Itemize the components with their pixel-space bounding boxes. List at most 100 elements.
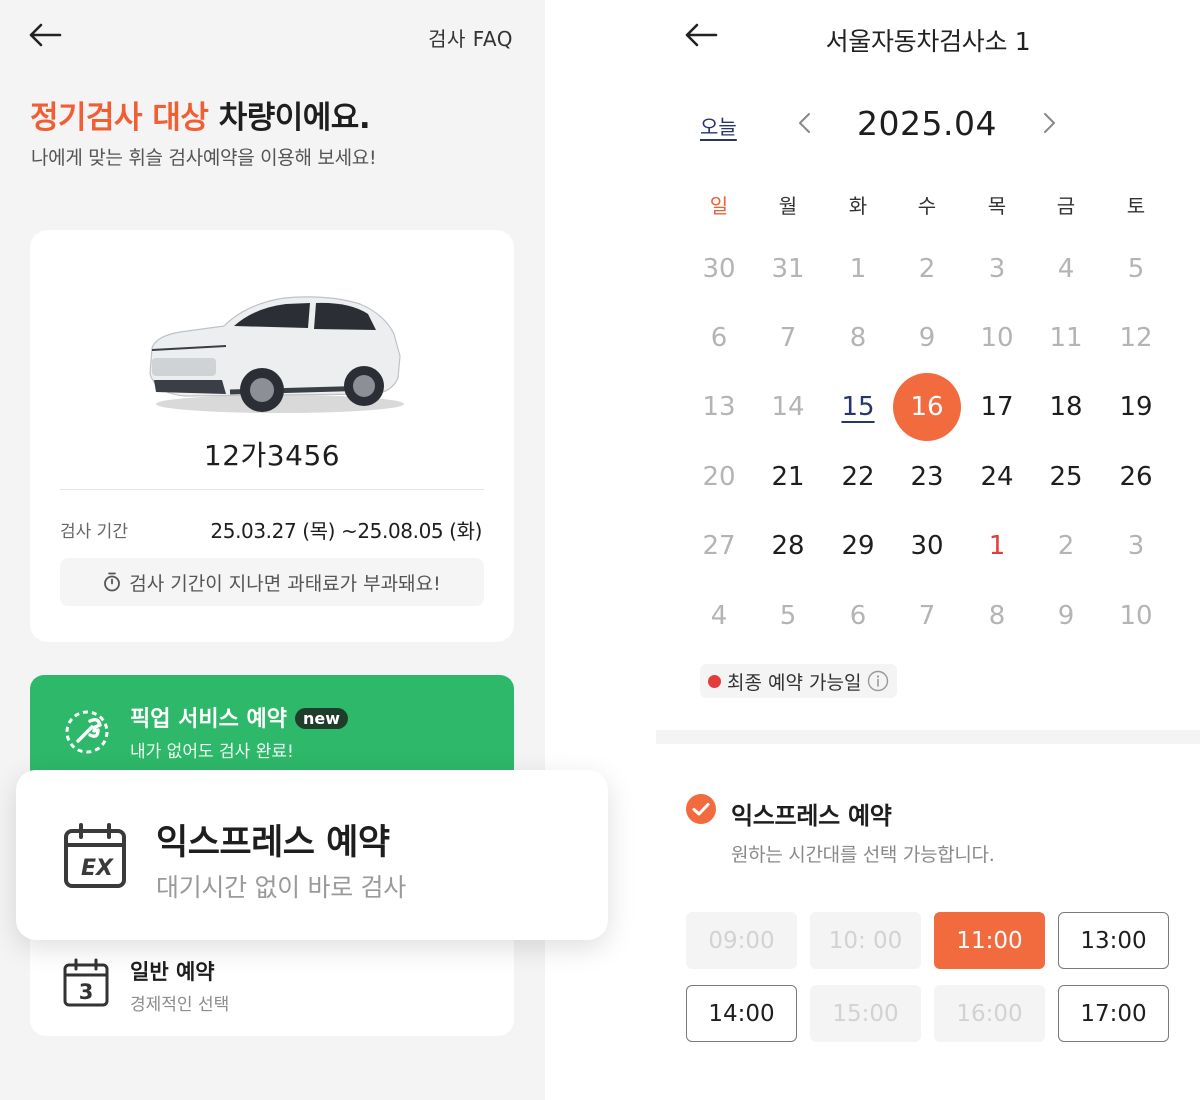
day-cell: 5 bbox=[1127, 254, 1145, 284]
page-headline: 정기검사 대상 차량이에요. bbox=[30, 92, 371, 137]
weekday-label: 화 bbox=[848, 194, 868, 218]
penalty-warning-text: 검사 기간이 지나면 과태료가 부과돼요! bbox=[129, 572, 441, 595]
car-image bbox=[149, 296, 404, 413]
today-button[interactable]: 오늘 bbox=[700, 111, 737, 140]
station-title: 서울자동차검사소 1 bbox=[825, 27, 1031, 56]
day-cell: 30 bbox=[702, 254, 736, 284]
weekday-label: 월 bbox=[778, 194, 798, 218]
day-cell: 31 bbox=[771, 254, 805, 284]
pickup-subtitle: 내가 없어도 검사 완료! bbox=[130, 742, 294, 762]
legend-text: 최종 예약 가능일 bbox=[727, 671, 862, 694]
option-title: 익스프레스 예약 bbox=[731, 802, 892, 830]
day-cell[interactable]: 21 bbox=[754, 443, 822, 511]
day-cell[interactable]: 19 bbox=[1102, 373, 1170, 441]
red-dot-icon bbox=[708, 674, 721, 688]
day-cell: 2 bbox=[1057, 531, 1075, 561]
new-badge: new bbox=[295, 708, 349, 729]
period-value: 25.03.27 (목) ~25.08.05 (화) bbox=[210, 519, 482, 543]
pickup-service-banner[interactable]: 픽업 서비스 예약 new 내가 없어도 검사 완료! bbox=[30, 675, 514, 783]
day-cell: 12 bbox=[1119, 323, 1153, 353]
day-cell: 11 bbox=[1049, 323, 1083, 353]
chevron-left-icon[interactable] bbox=[790, 108, 820, 138]
day-cell: 10 bbox=[980, 323, 1014, 353]
pickup-wrench-icon bbox=[65, 710, 109, 754]
headline-highlight: 정기검사 대상 bbox=[30, 100, 209, 136]
day-cell: 8 bbox=[849, 323, 867, 353]
timer-icon bbox=[104, 572, 121, 592]
svg-text:3: 3 bbox=[79, 980, 94, 1004]
normal-subtitle: 경제적인 선택 bbox=[130, 995, 230, 1015]
day-cell: 6 bbox=[849, 601, 867, 631]
penalty-warning: 검사 기간이 지나면 과태료가 부과돼요! bbox=[60, 558, 484, 606]
weekday-label: 금 bbox=[1056, 194, 1076, 218]
day-cell: 5 bbox=[779, 601, 797, 631]
express-reservation-card[interactable]: EX 익스프레스 예약 대기시간 없이 바로 검사 bbox=[16, 770, 608, 940]
express-subtitle: 대기시간 없이 바로 검사 bbox=[156, 873, 406, 902]
info-icon[interactable] bbox=[867, 670, 889, 692]
weekday-label: 일 bbox=[709, 194, 729, 218]
day-cell[interactable]: 30 bbox=[893, 512, 961, 580]
day-cell[interactable]: 25 bbox=[1032, 443, 1100, 511]
day-cell: 3 bbox=[1127, 531, 1145, 561]
vehicle-card: 12가3456 검사 기간 25.03.27 (목) ~25.08.05 (화)… bbox=[30, 230, 514, 642]
time-slot-disabled: 10: 00 bbox=[810, 912, 921, 969]
time-slot-available[interactable]: 14:00 bbox=[686, 985, 797, 1042]
page-subline: 나에게 맞는 휘슬 검사예약을 이용해 보세요! bbox=[31, 147, 377, 169]
vehicle-plate: 12가3456 bbox=[203, 439, 341, 472]
month-label: 2025.04 bbox=[857, 104, 997, 143]
day-cell: 2 bbox=[918, 254, 936, 284]
chevron-right-icon[interactable] bbox=[1034, 108, 1064, 138]
day-cell[interactable]: 17 bbox=[963, 373, 1031, 441]
right-screen: 서울자동차검사소 1 오늘 2025.04 일월화수목금토 30 31 1 2 3 4 5 6… bbox=[656, 0, 1200, 1100]
day-cell: 6 bbox=[710, 323, 728, 353]
section-divider bbox=[656, 730, 1200, 744]
day-cell[interactable]: 29 bbox=[824, 512, 892, 580]
day-cell: 8 bbox=[988, 601, 1006, 631]
time-slot-available[interactable]: 17:00 bbox=[1058, 985, 1169, 1042]
day-cell: 3 bbox=[988, 254, 1006, 284]
day-cell: 13 bbox=[702, 392, 736, 422]
pickup-title-row: 픽업 서비스 예약 new bbox=[130, 701, 349, 733]
weekday-label: 수 bbox=[917, 194, 937, 218]
time-slot-disabled: 15:00 bbox=[810, 985, 921, 1042]
day-cell: 10 bbox=[1119, 601, 1153, 631]
time-slot-disabled: 16:00 bbox=[934, 985, 1045, 1042]
faq-link[interactable]: 검사 FAQ bbox=[428, 23, 513, 52]
day-cell[interactable]: 1 bbox=[963, 512, 1031, 580]
headline-rest: 차량이에요. bbox=[208, 100, 371, 136]
day-cell-selected[interactable]: 16 bbox=[893, 373, 961, 441]
day-cell: 9 bbox=[918, 323, 936, 353]
weekday-label: 토 bbox=[1126, 194, 1146, 218]
calendar-3-icon: 3 bbox=[63, 958, 109, 1007]
day-cell: 1 bbox=[849, 254, 867, 284]
time-slot-selected[interactable]: 11:00 bbox=[934, 912, 1045, 969]
day-cell[interactable]: 24 bbox=[963, 443, 1031, 511]
day-cell: 4 bbox=[1057, 254, 1075, 284]
svg-text:EX: EX bbox=[81, 856, 114, 881]
day-cell: 7 bbox=[779, 323, 797, 353]
day-cell[interactable]: 22 bbox=[824, 443, 892, 511]
express-title: 익스프레스 예약 bbox=[156, 823, 390, 863]
express-calendar-icon: EX bbox=[64, 823, 126, 888]
time-slot-available[interactable]: 13:00 bbox=[1058, 912, 1169, 969]
time-slot-disabled: 09:00 bbox=[686, 912, 797, 969]
pickup-title: 픽업 서비스 예약 bbox=[130, 707, 287, 732]
day-cell[interactable]: 23 bbox=[893, 443, 961, 511]
legend: 최종 예약 가능일 bbox=[700, 664, 898, 698]
option-subtitle: 원하는 시간대를 선택 가능합니다. bbox=[731, 844, 995, 866]
weekday-label: 목 bbox=[987, 194, 1007, 218]
back-arrow-icon[interactable] bbox=[26, 20, 66, 50]
day-cell[interactable]: 28 bbox=[754, 512, 822, 580]
day-cell[interactable]: 18 bbox=[1032, 373, 1100, 441]
normal-title: 일반 예약 bbox=[130, 960, 215, 984]
day-cell: 20 bbox=[702, 462, 736, 492]
day-cell: 4 bbox=[710, 601, 728, 631]
check-circle-icon[interactable] bbox=[686, 794, 716, 824]
day-cell: 14 bbox=[771, 392, 805, 422]
day-cell: 9 bbox=[1057, 601, 1075, 631]
card-divider bbox=[60, 489, 484, 490]
day-cell[interactable]: 26 bbox=[1102, 443, 1170, 511]
day-cell: 7 bbox=[918, 601, 936, 631]
period-label: 검사 기간 bbox=[60, 522, 128, 542]
day-cell[interactable]: 15 bbox=[824, 373, 892, 441]
